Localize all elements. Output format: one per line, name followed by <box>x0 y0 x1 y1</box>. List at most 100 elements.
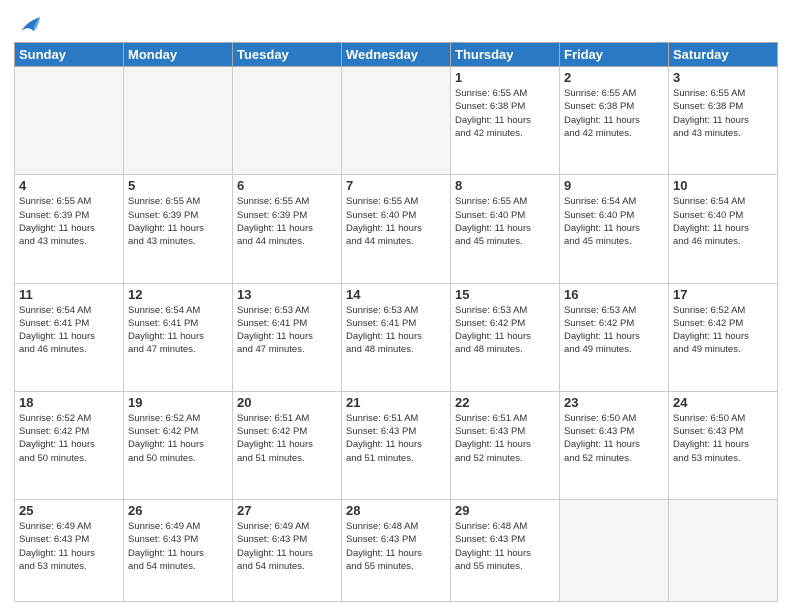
day-number: 5 <box>128 178 228 193</box>
calendar-cell <box>342 67 451 175</box>
day-number: 15 <box>455 287 555 302</box>
day-info: Sunrise: 6:53 AM Sunset: 6:42 PM Dayligh… <box>564 304 664 357</box>
day-number: 27 <box>237 503 337 518</box>
calendar-cell: 15Sunrise: 6:53 AM Sunset: 6:42 PM Dayli… <box>451 283 560 391</box>
calendar-cell: 5 Sunrise: 6:55 AM Sunset: 6:39 PM Daylig… <box>124 175 233 283</box>
day-info: Sunrise: 6:55 AM Sunset: 6:39 PM Dayligh… <box>128 195 228 248</box>
day-info: Sunrise: 6:54 AM Sunset: 6:40 PM Dayligh… <box>564 195 664 248</box>
calendar-header-wednesday: Wednesday <box>342 43 451 67</box>
calendar-cell: 17 Sunrise: 6:52 AM Sunset: 6:42 PM Dayli… <box>669 283 778 391</box>
header <box>14 12 778 36</box>
calendar-header-sunday: Sunday <box>15 43 124 67</box>
calendar-cell: 19 Sunrise: 6:52 AM Sunset: 6:42 PM Dayli… <box>124 391 233 499</box>
day-number: 17 <box>673 287 773 302</box>
calendar-cell: 2Sunrise: 6:55 AM Sunset: 6:38 PM Daylig… <box>560 67 669 175</box>
day-number: 7 <box>346 178 446 193</box>
day-number: 6 <box>237 178 337 193</box>
calendar-week-5: 25 Sunrise: 6:49 AM Sunset: 6:43 PM Dayli… <box>15 500 778 602</box>
day-number: 28 <box>346 503 446 518</box>
day-number: 8 <box>455 178 555 193</box>
calendar-header-thursday: Thursday <box>451 43 560 67</box>
calendar-cell: 27 Sunrise: 6:49 AM Sunset: 6:43 PM Dayli… <box>233 500 342 602</box>
day-info: Sunrise: 6:51 AM Sunset: 6:42 PM Dayligh… <box>237 412 337 465</box>
calendar-cell: 1Sunrise: 6:55 AM Sunset: 6:38 PM Daylig… <box>451 67 560 175</box>
calendar-header-saturday: Saturday <box>669 43 778 67</box>
calendar-cell: 21Sunrise: 6:51 AM Sunset: 6:43 PM Dayli… <box>342 391 451 499</box>
calendar-cell: 10Sunrise: 6:54 AM Sunset: 6:40 PM Dayli… <box>669 175 778 283</box>
day-info: Sunrise: 6:54 AM Sunset: 6:41 PM Dayligh… <box>128 304 228 357</box>
calendar-cell <box>15 67 124 175</box>
calendar-cell: 22 Sunrise: 6:51 AM Sunset: 6:43 PM Dayli… <box>451 391 560 499</box>
day-number: 2 <box>564 70 664 85</box>
day-number: 22 <box>455 395 555 410</box>
calendar-cell: 20 Sunrise: 6:51 AM Sunset: 6:42 PM Dayli… <box>233 391 342 499</box>
day-info: Sunrise: 6:52 AM Sunset: 6:42 PM Dayligh… <box>673 304 773 357</box>
calendar-cell <box>233 67 342 175</box>
day-number: 29 <box>455 503 555 518</box>
day-info: Sunrise: 6:49 AM Sunset: 6:43 PM Dayligh… <box>237 520 337 573</box>
calendar-cell: 6 Sunrise: 6:55 AM Sunset: 6:39 PM Daylig… <box>233 175 342 283</box>
calendar-cell: 16 Sunrise: 6:53 AM Sunset: 6:42 PM Dayli… <box>560 283 669 391</box>
calendar-cell: 11 Sunrise: 6:54 AM Sunset: 6:41 PM Dayli… <box>15 283 124 391</box>
day-info: Sunrise: 6:55 AM Sunset: 6:39 PM Dayligh… <box>19 195 119 248</box>
day-info: Sunrise: 6:49 AM Sunset: 6:43 PM Dayligh… <box>19 520 119 573</box>
day-info: Sunrise: 6:50 AM Sunset: 6:43 PM Dayligh… <box>564 412 664 465</box>
calendar-week-4: 18Sunrise: 6:52 AM Sunset: 6:42 PM Dayli… <box>15 391 778 499</box>
calendar-header-friday: Friday <box>560 43 669 67</box>
day-info: Sunrise: 6:51 AM Sunset: 6:43 PM Dayligh… <box>455 412 555 465</box>
calendar-cell: 26 Sunrise: 6:49 AM Sunset: 6:43 PM Dayli… <box>124 500 233 602</box>
day-number: 20 <box>237 395 337 410</box>
calendar-cell: 14 Sunrise: 6:53 AM Sunset: 6:41 PM Dayli… <box>342 283 451 391</box>
day-number: 16 <box>564 287 664 302</box>
day-info: Sunrise: 6:50 AM Sunset: 6:43 PM Dayligh… <box>673 412 773 465</box>
day-info: Sunrise: 6:54 AM Sunset: 6:41 PM Dayligh… <box>19 304 119 357</box>
calendar-cell: 9 Sunrise: 6:54 AM Sunset: 6:40 PM Daylig… <box>560 175 669 283</box>
calendar-cell: 7Sunrise: 6:55 AM Sunset: 6:40 PM Daylig… <box>342 175 451 283</box>
calendar-cell: 25 Sunrise: 6:49 AM Sunset: 6:43 PM Dayli… <box>15 500 124 602</box>
logo-bird-icon <box>18 14 42 36</box>
calendar-header-row: SundayMondayTuesdayWednesdayThursdayFrid… <box>15 43 778 67</box>
calendar-cell: 28 Sunrise: 6:48 AM Sunset: 6:43 PM Dayli… <box>342 500 451 602</box>
calendar-cell: 12 Sunrise: 6:54 AM Sunset: 6:41 PM Dayli… <box>124 283 233 391</box>
day-number: 19 <box>128 395 228 410</box>
calendar-cell <box>669 500 778 602</box>
day-info: Sunrise: 6:55 AM Sunset: 6:39 PM Dayligh… <box>237 195 337 248</box>
calendar: SundayMondayTuesdayWednesdayThursdayFrid… <box>14 42 778 602</box>
calendar-header-monday: Monday <box>124 43 233 67</box>
calendar-week-2: 4 Sunrise: 6:55 AM Sunset: 6:39 PM Daylig… <box>15 175 778 283</box>
day-number: 9 <box>564 178 664 193</box>
day-info: Sunrise: 6:53 AM Sunset: 6:41 PM Dayligh… <box>237 304 337 357</box>
calendar-cell: 8 Sunrise: 6:55 AM Sunset: 6:40 PM Daylig… <box>451 175 560 283</box>
calendar-week-1: 1Sunrise: 6:55 AM Sunset: 6:38 PM Daylig… <box>15 67 778 175</box>
calendar-cell: 23 Sunrise: 6:50 AM Sunset: 6:43 PM Dayli… <box>560 391 669 499</box>
day-info: Sunrise: 6:54 AM Sunset: 6:40 PM Dayligh… <box>673 195 773 248</box>
day-number: 13 <box>237 287 337 302</box>
calendar-cell: 13 Sunrise: 6:53 AM Sunset: 6:41 PM Dayli… <box>233 283 342 391</box>
day-info: Sunrise: 6:55 AM Sunset: 6:38 PM Dayligh… <box>673 87 773 140</box>
day-number: 26 <box>128 503 228 518</box>
day-info: Sunrise: 6:55 AM Sunset: 6:38 PM Dayligh… <box>455 87 555 140</box>
day-number: 14 <box>346 287 446 302</box>
day-number: 11 <box>19 287 119 302</box>
day-info: Sunrise: 6:49 AM Sunset: 6:43 PM Dayligh… <box>128 520 228 573</box>
calendar-week-3: 11 Sunrise: 6:54 AM Sunset: 6:41 PM Dayli… <box>15 283 778 391</box>
day-number: 24 <box>673 395 773 410</box>
calendar-cell: 24 Sunrise: 6:50 AM Sunset: 6:43 PM Dayli… <box>669 391 778 499</box>
day-number: 23 <box>564 395 664 410</box>
logo <box>14 12 42 36</box>
day-number: 25 <box>19 503 119 518</box>
calendar-cell <box>560 500 669 602</box>
day-info: Sunrise: 6:55 AM Sunset: 6:40 PM Dayligh… <box>455 195 555 248</box>
day-number: 4 <box>19 178 119 193</box>
day-info: Sunrise: 6:48 AM Sunset: 6:43 PM Dayligh… <box>346 520 446 573</box>
day-number: 12 <box>128 287 228 302</box>
calendar-cell: 3 Sunrise: 6:55 AM Sunset: 6:38 PM Daylig… <box>669 67 778 175</box>
calendar-cell: 18Sunrise: 6:52 AM Sunset: 6:42 PM Dayli… <box>15 391 124 499</box>
calendar-cell <box>124 67 233 175</box>
day-info: Sunrise: 6:53 AM Sunset: 6:41 PM Dayligh… <box>346 304 446 357</box>
day-number: 3 <box>673 70 773 85</box>
day-info: Sunrise: 6:52 AM Sunset: 6:42 PM Dayligh… <box>19 412 119 465</box>
day-info: Sunrise: 6:52 AM Sunset: 6:42 PM Dayligh… <box>128 412 228 465</box>
day-info: Sunrise: 6:48 AM Sunset: 6:43 PM Dayligh… <box>455 520 555 573</box>
calendar-cell: 29 Sunrise: 6:48 AM Sunset: 6:43 PM Dayli… <box>451 500 560 602</box>
